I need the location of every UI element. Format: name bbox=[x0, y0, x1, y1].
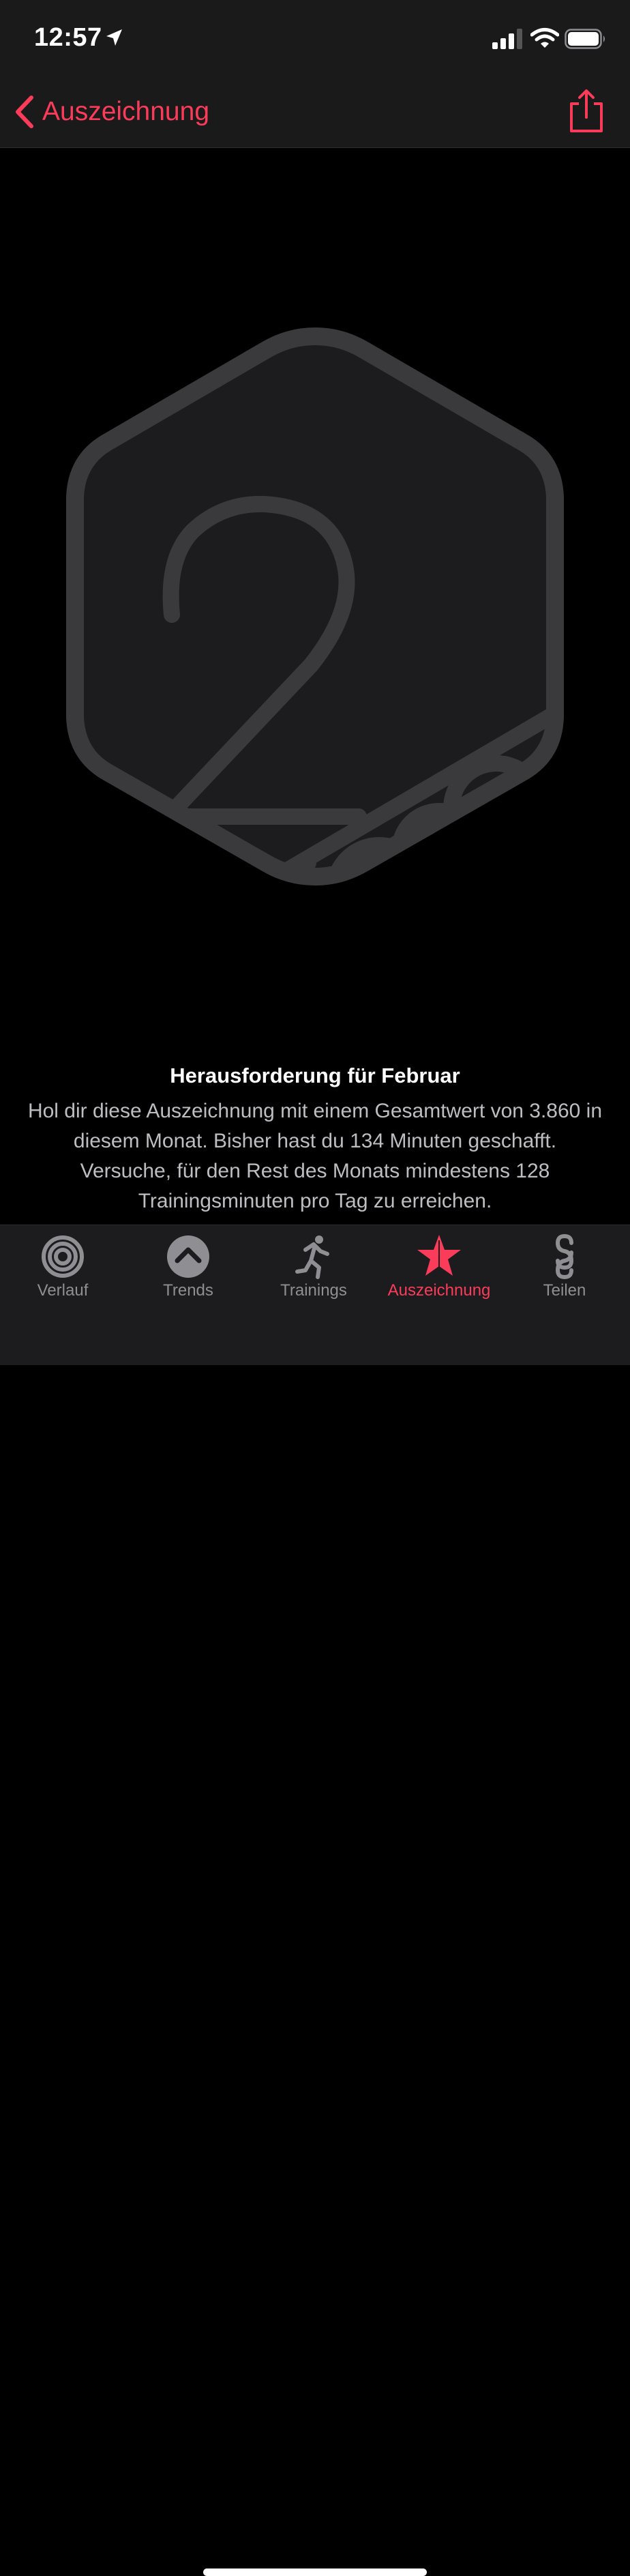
back-button-label: Auszeichnung bbox=[42, 97, 210, 126]
wifi-icon bbox=[530, 28, 559, 48]
tab-label: Verlauf bbox=[37, 1281, 89, 1300]
battery-icon bbox=[565, 29, 605, 49]
back-button[interactable]: Auszeichnung bbox=[12, 91, 209, 132]
running-figure-icon bbox=[295, 1235, 329, 1279]
award-star-icon bbox=[417, 1235, 461, 1276]
award-title: Herausforderung für Februar bbox=[170, 1064, 460, 1087]
home-indicator[interactable] bbox=[203, 2568, 427, 2576]
cellular-signal-icon bbox=[492, 29, 522, 49]
trends-chevron-icon bbox=[167, 1235, 209, 1278]
chevron-left-icon bbox=[16, 96, 33, 128]
tab-label: Auszeichnung bbox=[387, 1281, 491, 1300]
sharing-icon bbox=[555, 1233, 574, 1280]
tab-verlauf[interactable]: Verlauf bbox=[0, 1233, 125, 1308]
tab-bar: Verlauf Trends Trainings Auszeichnung Te… bbox=[0, 1225, 630, 2576]
award-detail: Herausforderung für Februar Hol dir dies… bbox=[0, 148, 630, 1225]
award-badge-2020-icon bbox=[66, 327, 564, 886]
location-arrow-icon bbox=[106, 29, 122, 46]
tab-label: Trainings bbox=[280, 1281, 347, 1300]
navigation-bar: Auszeichnung bbox=[0, 76, 630, 148]
tab-trends[interactable]: Trends bbox=[125, 1233, 251, 1308]
tab-label: Trends bbox=[163, 1281, 213, 1300]
tab-trainings[interactable]: Trainings bbox=[251, 1233, 376, 1308]
status-time: 12:57 bbox=[34, 23, 102, 52]
tab-teilen[interactable]: Teilen bbox=[502, 1233, 627, 1308]
award-description: Hol dir diese Auszeichnung mit einem Ges… bbox=[27, 1100, 603, 1212]
status-bar: 12:57 bbox=[0, 0, 630, 76]
share-icon[interactable] bbox=[567, 87, 605, 135]
tab-auszeichnung[interactable]: Auszeichnung bbox=[376, 1233, 502, 1308]
activity-rings-icon bbox=[42, 1235, 84, 1278]
tab-label: Teilen bbox=[543, 1281, 586, 1300]
